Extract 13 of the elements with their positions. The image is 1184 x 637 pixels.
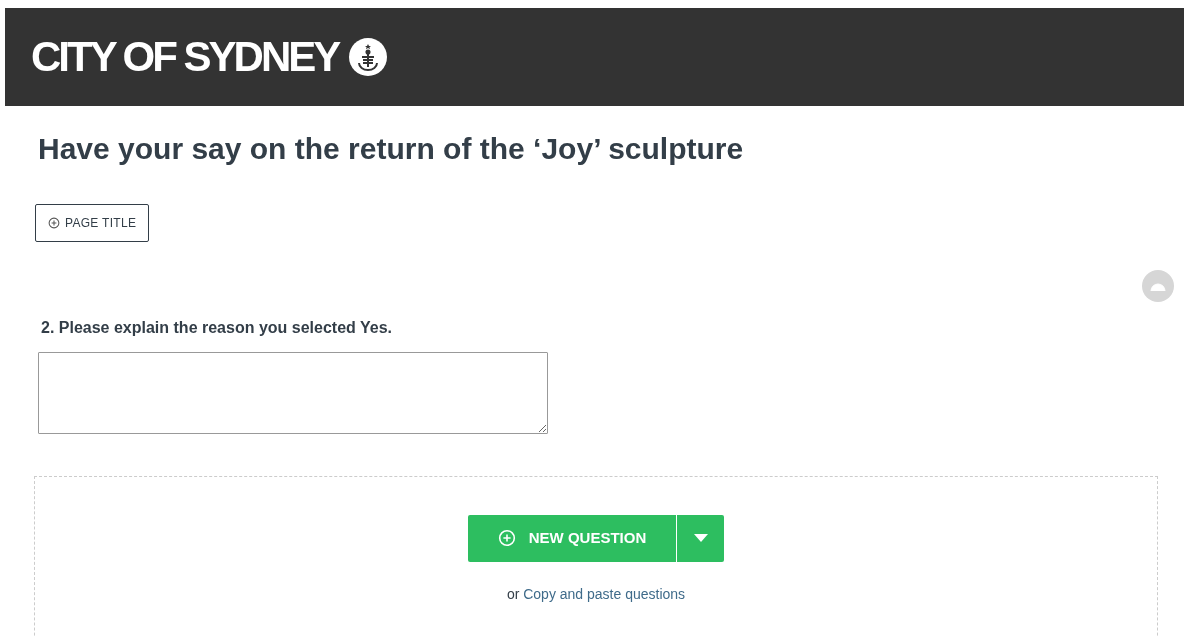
page-title: Have your say on the return of the ‘Joy’ sculpture	[38, 131, 745, 167]
copy-paste-link[interactable]: Copy and paste questions	[523, 585, 686, 602]
plus-circle-icon	[497, 529, 516, 547]
answer-box[interactable]	[38, 351, 548, 434]
page-title-button[interactable]: PAGE TITLE	[35, 203, 150, 242]
plus-circle-icon	[48, 216, 60, 229]
copy-paste-hint: or Copy and paste questions	[506, 584, 686, 604]
gauge-icon	[1150, 281, 1166, 291]
anchor-emblem-icon	[348, 37, 389, 77]
logo-text: CITY OF SYDNEY	[31, 33, 339, 81]
caret-icon	[693, 534, 708, 542]
question-label: 2. Please explain the reason you selected Yes.	[41, 317, 393, 338]
scroll-button[interactable]	[1142, 270, 1174, 302]
